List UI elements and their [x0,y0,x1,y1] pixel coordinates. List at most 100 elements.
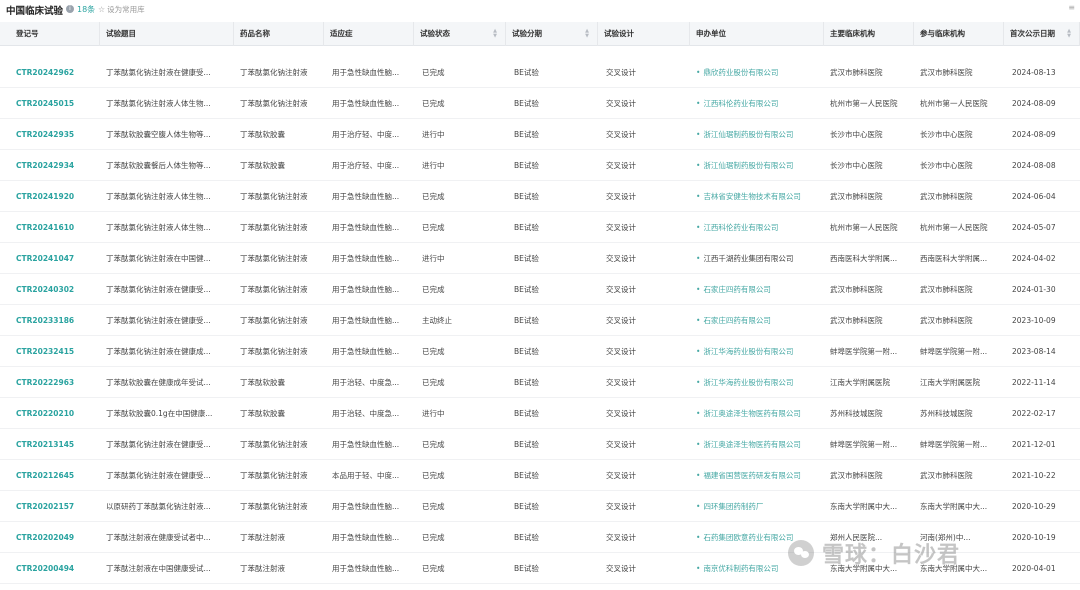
sort-icon[interactable]: ▲ ▼ [1067,29,1071,39]
cell-main-site: 武汉市肺科医院 [830,192,883,201]
cell-reg-no[interactable]: CTR20222963 [16,367,96,398]
column-header-trial-status[interactable]: 试验状态 ▲ ▼ [414,22,506,46]
cell-indication: 用于急性缺血性脑... [332,533,400,542]
cell-other-site: 江南大学附属医院 [920,378,980,387]
cell-other-site: 西南医科大学附属... [920,254,988,263]
sponsor-name: 浙江仙琚制药股份有限公司 [703,130,794,139]
table-row[interactable]: CTR20202157 以原研药丁苯酞氯化钠注射液... 丁苯酞氯化钠注射液 用于急性… [0,491,1080,522]
cell-sponsor[interactable]: • 鼎欣药业股份有限公司 [696,57,820,88]
table-row[interactable]: CTR20242934 丁苯酞软胶囊餐后人体生物等... 丁苯酞软胶囊 用于治疗轻、中… [0,150,1080,181]
bullet-icon: • [696,409,701,418]
cell-sponsor[interactable]: • 吉林省安健生物技术有限公司 [696,181,820,212]
cell-sponsor[interactable]: • 浙江奥途泽生物医药有限公司 [696,429,820,460]
table-row[interactable]: CTR20241920 丁苯酞氯化钠注射液人体生物... 丁苯酞氯化钠注射液 用于急性… [0,181,1080,212]
cell-trial-title: 以原研药丁苯酞氯化钠注射液... [106,502,211,511]
watermark-text: 雪球：白沙君 [822,543,961,568]
cell-main-site: 蚌埠医学院第一附... [830,347,898,356]
cell-reg-no[interactable]: CTR20202049 [16,522,96,553]
cell-trial-phase: BE试验 [514,533,539,542]
cell-trial-design: 交叉设计 [606,502,636,511]
cell-first-publish-date: 2023-08-14 [1012,347,1056,356]
column-header-label: 试验分期 [512,29,542,38]
cell-sponsor[interactable]: • 石家庄四药有限公司 [696,274,820,305]
cell-sponsor[interactable]: • 浙江华海药业股份有限公司 [696,367,820,398]
table-row[interactable]: CTR20232415 丁苯酞氯化钠注射液在健康成... 丁苯酞氯化钠注射液 用于急性… [0,336,1080,367]
cell-reg-no[interactable]: CTR20200494 [16,553,96,584]
cell-indication: 本品用于轻、中度... [332,471,400,480]
cell-sponsor[interactable]: • 福建省国营医药研发有限公司 [696,460,820,491]
sort-icon[interactable]: ▲ ▼ [493,29,497,39]
sort-icon[interactable]: ▲ ▼ [585,29,589,39]
cell-reg-no[interactable]: CTR20241047 [16,243,96,274]
bullet-icon: • [696,564,701,573]
bullet-icon: • [696,99,701,108]
cell-reg-no[interactable]: CTR20213145 [16,429,96,460]
cell-first-publish-date: 2024-08-13 [1012,68,1056,77]
cell-reg-no[interactable]: CTR20242935 [16,119,96,150]
cell-reg-no[interactable]: CTR20241610 [16,212,96,243]
cell-drug-name: 丁苯酞氯化钠注射液 [240,471,308,480]
table-row[interactable]: CTR20240302 丁苯酞氯化钠注射液在健康受... 丁苯酞氯化钠注射液 用于急性… [0,274,1080,305]
cell-reg-no[interactable]: CTR20242934 [16,150,96,181]
column-header-first-publish-date[interactable]: 首次公示日期 ▲ ▼ [1004,22,1080,46]
table-row[interactable]: CTR20241610 丁苯酞氯化钠注射液人体生物... 丁苯酞氯化钠注射液 用于急性… [0,212,1080,243]
menu-icon[interactable]: ≡ [1068,3,1075,12]
cell-reg-no[interactable]: CTR20241920 [16,181,96,212]
cell-sponsor[interactable]: • 江西科伦药业有限公司 [696,212,820,243]
cell-main-site: 杭州市第一人民医院 [830,99,898,108]
cell-first-publish-date: 2022-02-17 [1012,409,1056,418]
column-header-indication: 适应症 [324,22,414,46]
table-row[interactable]: CTR20245015 丁苯酞氯化钠注射液人体生物... 丁苯酞氯化钠注射液 用于急性… [0,88,1080,119]
cell-indication: 用于急性缺血性脑... [332,440,400,449]
cell-trial-phase: BE试验 [514,161,539,170]
cell-trial-phase: BE试验 [514,502,539,511]
table-row[interactable]: CTR20220210 丁苯酞软胶囊0.1g在中国健康... 丁苯酞软胶囊 用于治轻、… [0,398,1080,429]
cell-sponsor[interactable]: • 浙江奥途泽生物医药有限公司 [696,398,820,429]
table-row[interactable]: CTR20233186 丁苯酞氯化钠注射液在健康受... 丁苯酞氯化钠注射液 用于急性… [0,305,1080,336]
cell-trial-title: 丁苯酞氯化钠注射液在健康受... [106,285,211,294]
cell-sponsor[interactable]: • 四环集团药制药厂 [696,491,820,522]
cell-sponsor[interactable]: • 浙江华海药业股份有限公司 [696,336,820,367]
column-header-trial-phase[interactable]: 试验分期 ▲ ▼ [506,22,598,46]
table-body: CTR20242962 丁苯酞氯化钠注射液在健康受... 丁苯酞氯化钠注射液 用于急性… [0,57,1080,584]
cell-trial-title: 丁苯酞软胶囊0.1g在中国健康... [106,409,213,418]
cell-main-site: 武汉市肺科医院 [830,471,883,480]
cell-sponsor[interactable]: • 浙江仙琚制药股份有限公司 [696,150,820,181]
cell-drug-name: 丁苯酞氯化钠注射液 [240,192,308,201]
table-row[interactable]: CTR20242935 丁苯酞软胶囊空腹人体生物等... 丁苯酞软胶囊 用于治疗轻、中… [0,119,1080,150]
info-icon[interactable]: i [66,5,74,13]
column-header-trial-title: 试验题目 [100,22,234,46]
cell-trial-title: 丁苯酞氯化钠注射液在中国健... [106,254,211,263]
cell-reg-no[interactable]: CTR20212645 [16,460,96,491]
sponsor-name: 江西科伦药业有限公司 [703,223,779,232]
cell-reg-no[interactable]: CTR20202157 [16,491,96,522]
cell-trial-title: 丁苯酞软胶囊空腹人体生物等... [106,130,211,139]
table-row[interactable]: CTR20222963 丁苯酞软胶囊在健康成年受试... 丁苯酞软胶囊 用于治轻、中度… [0,367,1080,398]
table-row[interactable]: CTR20241047 丁苯酞氯化钠注射液在中国健... 丁苯酞氯化钠注射液 用于急性… [0,243,1080,274]
bullet-icon: • [696,130,701,139]
cell-trial-status: 已完成 [422,502,445,511]
favorite-button[interactable]: ☆ 设为常用库 [98,4,145,15]
cell-trial-title: 丁苯酞氯化钠注射液人体生物... [106,223,211,232]
cell-reg-no[interactable]: CTR20240302 [16,274,96,305]
cell-main-site: 杭州市第一人民医院 [830,223,898,232]
cell-trial-phase: BE试验 [514,223,539,232]
cell-reg-no[interactable]: CTR20220210 [16,398,96,429]
cell-reg-no[interactable]: CTR20245015 [16,88,96,119]
cell-reg-no[interactable]: CTR20242962 [16,57,96,88]
table-row[interactable]: CTR20212645 丁苯酞氯化钠注射液在健康受... 丁苯酞氯化钠注射液 本品用于… [0,460,1080,491]
column-header-label: 参与临床机构 [920,29,965,38]
table-row[interactable]: CTR20242962 丁苯酞氯化钠注射液在健康受... 丁苯酞氯化钠注射液 用于急性… [0,57,1080,88]
cell-trial-title: 丁苯酞氯化钠注射液在健康受... [106,68,211,77]
cell-reg-no[interactable]: CTR20232415 [16,336,96,367]
cell-drug-name: 丁苯酞软胶囊 [240,409,285,418]
cell-trial-status: 已完成 [422,223,445,232]
cell-sponsor[interactable]: • 石家庄四药有限公司 [696,305,820,336]
cell-other-site: 武汉市肺科医院 [920,285,973,294]
cell-sponsor[interactable]: • 浙江仙琚制药股份有限公司 [696,119,820,150]
table-row[interactable]: CTR20213145 丁苯酞氯化钠注射液在健康受... 丁苯酞氯化钠注射液 用于急性… [0,429,1080,460]
cell-trial-status: 已完成 [422,378,445,387]
column-header-label: 申办单位 [696,29,726,38]
cell-sponsor[interactable]: • 江西科伦药业有限公司 [696,88,820,119]
cell-reg-no[interactable]: CTR20233186 [16,305,96,336]
